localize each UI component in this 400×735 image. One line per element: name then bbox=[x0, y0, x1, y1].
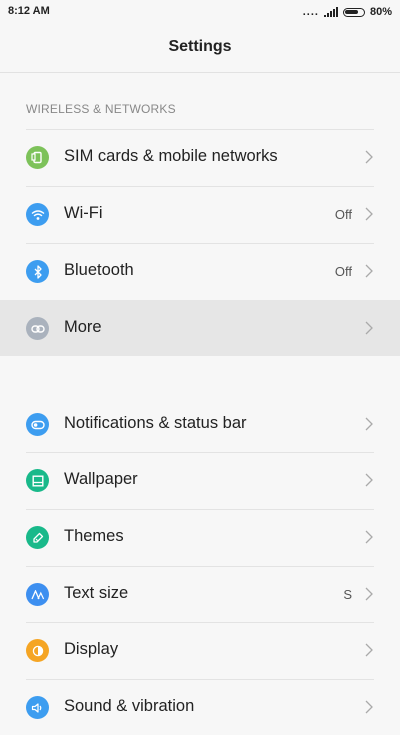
link-icon bbox=[26, 317, 49, 340]
divider bbox=[26, 509, 374, 510]
wifi-label: Wi-Fi bbox=[64, 204, 103, 222]
settings-item-bluetooth[interactable]: Bluetooth Off bbox=[0, 243, 400, 299]
section-header-wireless: WIRELESS & NETWORKS bbox=[26, 102, 176, 116]
bluetooth-value: Off bbox=[334, 264, 352, 279]
chevron-right-icon bbox=[365, 264, 373, 278]
chevron-right-icon bbox=[365, 321, 373, 335]
battery-icon bbox=[342, 7, 365, 17]
bluetooth-icon bbox=[26, 260, 49, 283]
divider bbox=[26, 566, 374, 567]
settings-item-wallpaper[interactable]: Wallpaper bbox=[0, 452, 400, 508]
chevron-right-icon bbox=[365, 587, 373, 601]
battery-percent: 80% bbox=[369, 6, 392, 18]
chevron-right-icon bbox=[365, 700, 373, 714]
chevron-right-icon bbox=[365, 417, 373, 431]
settings-item-more[interactable]: More bbox=[0, 300, 400, 356]
signal-icon bbox=[323, 7, 338, 17]
battery-fill bbox=[345, 10, 359, 14]
text-size-icon bbox=[26, 583, 49, 606]
text-size-label: Text size bbox=[64, 584, 129, 602]
chevron-right-icon bbox=[365, 643, 373, 657]
sound-label: Sound & vibration bbox=[64, 697, 195, 715]
display-icon bbox=[26, 639, 49, 662]
wifi-icon bbox=[26, 203, 49, 226]
settings-item-themes[interactable]: Themes bbox=[0, 509, 400, 565]
status-indicators: .... 80% bbox=[303, 4, 392, 20]
themes-label: Themes bbox=[64, 527, 124, 545]
chevron-right-icon bbox=[365, 207, 373, 221]
wallpaper-icon bbox=[26, 469, 49, 492]
wifi-value: Off bbox=[334, 207, 352, 222]
speaker-icon bbox=[26, 696, 49, 719]
settings-item-text-size[interactable]: Text size S bbox=[0, 566, 400, 622]
network-dots: .... bbox=[302, 6, 319, 18]
title-bar: Settings bbox=[0, 24, 400, 73]
more-label: More bbox=[64, 318, 102, 336]
status-bar: 8:12 AM .... 80% bbox=[0, 0, 400, 24]
settings-item-sound[interactable]: Sound & vibration bbox=[0, 679, 400, 735]
text-size-value: S bbox=[343, 587, 352, 602]
divider bbox=[26, 452, 374, 453]
chevron-right-icon bbox=[365, 150, 373, 164]
toggle-icon bbox=[26, 413, 49, 436]
brush-icon bbox=[26, 526, 49, 549]
chevron-right-icon bbox=[365, 530, 373, 544]
divider bbox=[26, 679, 374, 680]
settings-item-sim-cards[interactable]: SIM cards & mobile networks bbox=[0, 129, 400, 185]
divider bbox=[26, 622, 374, 623]
status-time: 8:12 AM bbox=[8, 5, 50, 17]
sim-card-icon bbox=[26, 146, 49, 169]
page-title: Settings bbox=[168, 38, 232, 55]
settings-item-wifi[interactable]: Wi-Fi Off bbox=[0, 186, 400, 242]
wallpaper-label: Wallpaper bbox=[64, 470, 138, 488]
sim-cards-label: SIM cards & mobile networks bbox=[64, 147, 278, 165]
display-label: Display bbox=[64, 640, 119, 658]
divider bbox=[26, 186, 374, 187]
notifications-label: Notifications & status bar bbox=[64, 414, 247, 432]
settings-item-notifications[interactable]: Notifications & status bar bbox=[0, 396, 400, 452]
divider bbox=[26, 243, 374, 244]
divider bbox=[26, 129, 374, 130]
settings-item-display[interactable]: Display bbox=[0, 622, 400, 678]
bluetooth-label: Bluetooth bbox=[64, 261, 134, 279]
chevron-right-icon bbox=[365, 473, 373, 487]
